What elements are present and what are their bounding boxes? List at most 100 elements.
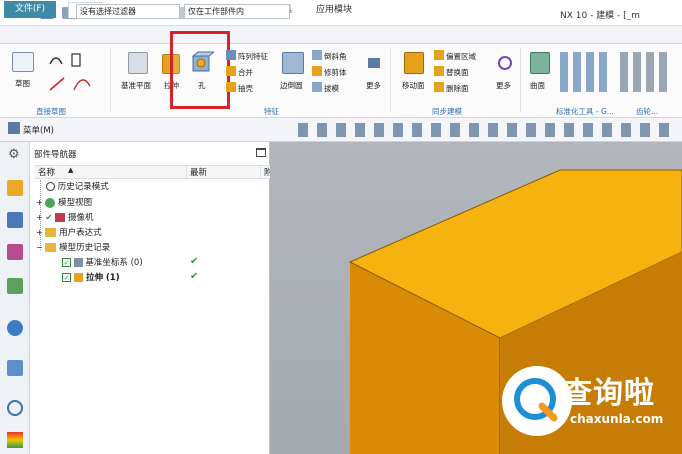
expand-icon[interactable]: + [36, 228, 43, 237]
more-sync-icon[interactable] [498, 56, 512, 70]
folder-icon [45, 243, 57, 252]
delete-face-button[interactable]: 删除面 [446, 83, 469, 94]
hole-icon[interactable] [190, 50, 214, 74]
clock-icon [46, 182, 55, 191]
assembly-navigator-icon[interactable] [7, 180, 23, 196]
group-gear: 齿轮... [636, 107, 659, 116]
sketch-button[interactable]: 草图 [15, 78, 30, 89]
selection-scope-dropdown[interactable]: 仅在工作部件内 [184, 4, 290, 19]
datum-plane-icon[interactable] [128, 52, 148, 74]
watermark-url: chaxunla.com [570, 412, 664, 426]
trim-body-button[interactable]: 修剪体 [324, 67, 347, 78]
tree-item-label: 拉伸 (1) [85, 273, 120, 283]
settings-gear-icon[interactable]: ⚙ [8, 147, 20, 162]
tree-item-label: 用户表达式 [59, 228, 102, 238]
web-browser-icon[interactable] [7, 320, 23, 336]
group-direct-sketch: 直接草图 [36, 107, 66, 116]
divider [390, 48, 391, 112]
ribbon-tab-bar [0, 26, 682, 44]
tree-item-model-history[interactable]: − 模型历史记录 [36, 240, 110, 255]
more-features-icon[interactable] [368, 58, 380, 68]
tab-file[interactable]: 文件(F) [4, 1, 56, 18]
unite-icon[interactable] [226, 66, 236, 76]
shell-icon[interactable] [226, 82, 236, 92]
tree-item-label: 模型历史记录 [59, 243, 111, 253]
offset-region-button[interactable]: 偏置区域 [446, 51, 476, 62]
column-latest[interactable]: 最新 [190, 166, 207, 178]
trim-body-icon[interactable] [312, 66, 322, 76]
pattern-feature-button[interactable]: 阵列特征 [238, 51, 268, 62]
surface-icon[interactable] [530, 52, 550, 74]
clock-icon[interactable] [7, 400, 23, 416]
menu-button[interactable]: 菜单(M) [23, 124, 54, 136]
history-icon[interactable] [7, 360, 23, 376]
window-title: NX 10 - 建模 - [_m [560, 11, 640, 21]
menu-icon[interactable] [8, 122, 20, 134]
tree-item-user-expressions[interactable]: + 用户表达式 [36, 225, 102, 240]
tree-item-history-mode[interactable]: 历史记录模式 [46, 180, 109, 195]
replace-face-icon[interactable] [434, 66, 444, 76]
group-standard-tools: 标准化工具 - G... [556, 107, 614, 116]
folder-icon [45, 228, 57, 237]
maximize-icon[interactable] [256, 148, 266, 157]
chamfer-icon[interactable] [312, 50, 322, 60]
move-face-button[interactable]: 移动面 [402, 80, 425, 91]
move-face-icon[interactable] [404, 52, 424, 74]
edge-blend-button[interactable]: 边倒圆 [280, 80, 303, 91]
tree-item-label: 历史记录模式 [57, 182, 109, 192]
tree-item-datum-csys[interactable]: ✓ 基准坐标系 (0) [62, 256, 143, 271]
pattern-feature-icon[interactable] [226, 50, 236, 60]
constraint-navigator-icon[interactable] [7, 212, 23, 228]
divider [186, 165, 187, 179]
gear-tools-icons[interactable] [620, 52, 670, 92]
expand-icon[interactable]: + [36, 198, 43, 207]
datum-plane-button[interactable]: 基准平面 [121, 80, 151, 91]
tree-item-cameras[interactable]: + ✔ 摄像机 [36, 210, 93, 225]
system-materials-icon[interactable] [7, 432, 23, 448]
more-features-button[interactable]: 更多 [366, 80, 381, 91]
checkbox-icon[interactable]: ✓ [62, 273, 71, 282]
tree-item-label: 基准坐标系 (0) [85, 258, 143, 268]
group-feature: 特征 [264, 107, 279, 116]
column-name[interactable]: 名称 [38, 166, 55, 178]
tab-applications[interactable]: 应用模块 [306, 2, 362, 18]
sketch-icon[interactable] [12, 52, 34, 72]
tree-item-label: 摄像机 [67, 213, 94, 223]
standard-tools-icons[interactable] [560, 52, 610, 92]
chamfer-button[interactable]: 倒斜角 [324, 51, 347, 62]
sort-up-icon[interactable]: ▲ [68, 166, 73, 174]
latest-check-icon: ✔ [190, 256, 199, 267]
shell-button[interactable]: 抽壳 [238, 83, 253, 94]
divider [260, 165, 261, 179]
hole-button[interactable]: 孔 [198, 80, 206, 91]
reuse-library-icon[interactable] [7, 278, 23, 294]
view-icon [45, 197, 56, 208]
part-navigator-icon[interactable] [7, 244, 23, 260]
tree-item-extrude[interactable]: ✓ 拉伸 (1) [62, 271, 120, 286]
checkbox-icon[interactable]: ✓ [62, 258, 71, 267]
collapse-icon[interactable]: − [36, 243, 43, 252]
selection-filter-dropdown[interactable]: 没有选择过滤器 [76, 4, 180, 19]
csys-icon [73, 258, 83, 267]
tree-item-model-views[interactable]: + 模型视图 [36, 195, 92, 210]
watermark-search-icon [514, 378, 558, 422]
tree-item-label: 模型视图 [58, 198, 93, 208]
more-sync-button[interactable]: 更多 [496, 80, 511, 91]
delete-face-icon[interactable] [434, 82, 444, 92]
expand-icon[interactable]: + [36, 213, 43, 222]
part-navigator-title: 部件导航器 [34, 150, 77, 160]
camera-icon [55, 213, 66, 222]
watermark-text: 查询啦 [562, 376, 655, 411]
offset-region-icon[interactable] [434, 50, 444, 60]
draft-icon[interactable] [312, 82, 322, 92]
replace-face-button[interactable]: 替换面 [446, 67, 469, 78]
extrude-icon [73, 273, 83, 282]
latest-check-icon: ✔ [190, 271, 199, 282]
edge-blend-icon[interactable] [282, 52, 304, 74]
draft-button[interactable]: 拔模 [324, 83, 339, 94]
snap-point-tools[interactable] [298, 123, 678, 137]
divider [110, 48, 111, 112]
unite-button[interactable]: 合并 [238, 67, 253, 78]
sketch-curve-tools[interactable] [46, 50, 106, 96]
surface-button[interactable]: 曲面 [530, 80, 545, 91]
